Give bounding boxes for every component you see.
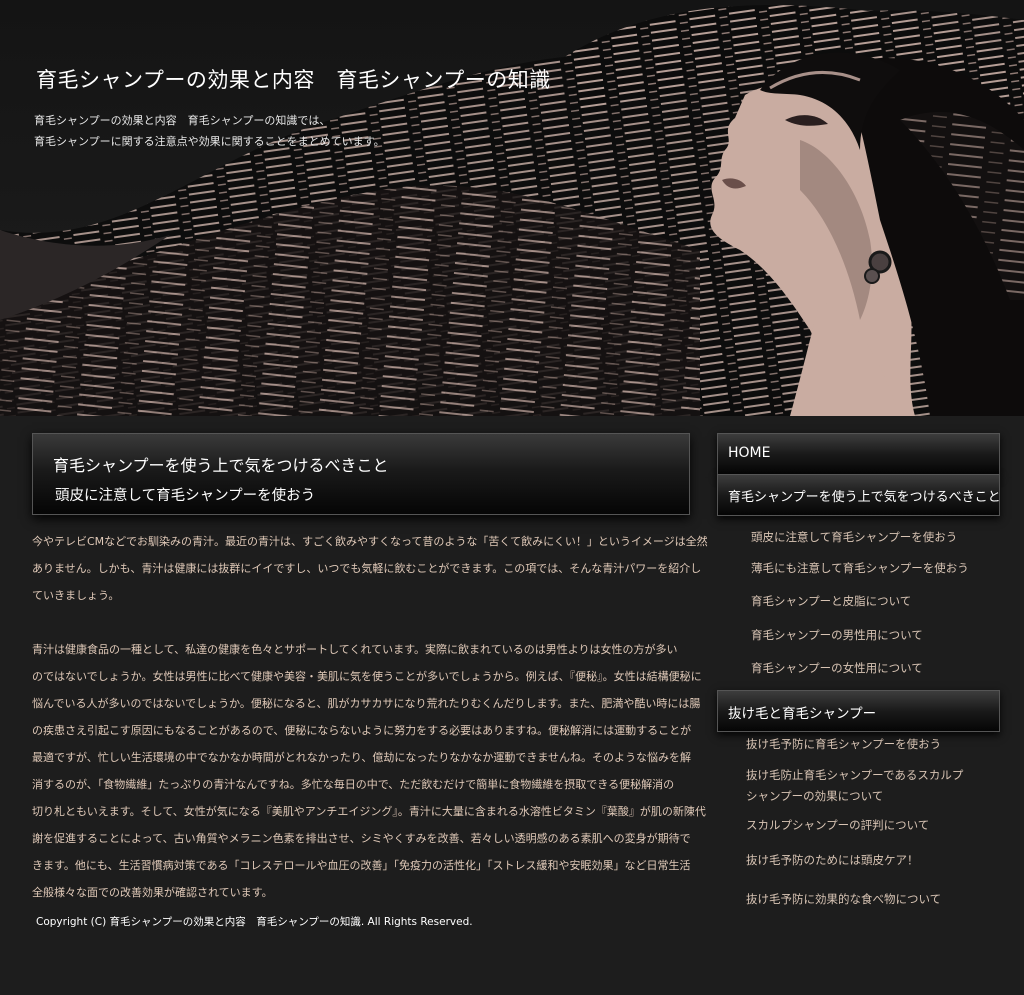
paragraph-line: 消するのが、「食物繊維」たっぷりの青汁なんですね。多忙な毎日の中で、ただ飲むだけ… — [32, 778, 675, 791]
sidebar-link-foods[interactable]: 抜け毛予防に効果的な食べ物について — [746, 889, 941, 910]
paragraph-line: 切り札ともいえます。そして、女性が気になる『美肌やアンチエイジング』。青汁に大量… — [32, 805, 706, 818]
article-heading: 育毛シャンプーを使う上で気をつけるべきこと — [53, 456, 389, 475]
sidebar-link-prevention[interactable]: 抜け毛予防に育毛シャンプーを使おう — [746, 734, 941, 755]
site-description-line: 育毛シャンプーの効果と内容 育毛シャンプーの知識では、 — [34, 114, 331, 127]
paragraph-line: ていきましょう。 — [32, 589, 120, 602]
sidebar-link-line: シャンプーの効果について — [746, 789, 884, 803]
sidebar-link-men[interactable]: 育毛シャンプーの男性用について — [751, 625, 923, 646]
paragraph-line: 青汁は健康食品の一種として、私達の健康を色々とサポートしてくれています。実際に飲… — [32, 643, 678, 656]
site-description-line: 育毛シャンプーに関する注意点や効果に関することをまとめています。 — [34, 135, 385, 148]
copyright-text: Copyright (C) 育毛シャンプーの効果と内容 育毛シャンプーの知識. … — [36, 916, 473, 928]
article-body: 今やテレビCMなどでお馴染みの青汁。最近の青汁は、すごく飲みやすくなって昔のよう… — [32, 528, 708, 933]
header-banner: 育毛シャンプーの効果と内容 育毛シャンプーの知識 育毛シャンプーの効果と内容 育… — [0, 0, 1024, 416]
sidebar-link-scalp-shampoo[interactable]: 抜け毛防止育毛シャンプーであるスカルプ シャンプーの効果について — [746, 765, 963, 807]
sidebar-link-line: 抜け毛防止育毛シャンプーであるスカルプ — [746, 768, 964, 782]
article-heading-box: 育毛シャンプーを使う上で気をつけるべきこと 頭皮に注意して育毛シャンプーを使おう — [32, 433, 690, 515]
paragraph-line: 全般様々な面での改善効果が確認されています。 — [32, 886, 273, 899]
paragraph-line: のではないでしょうか。女性は男性に比べて健康や美容・美肌に気を使うことが多いでし… — [32, 670, 702, 683]
paragraph-line: 今やテレビCMなどでお馴染みの青汁。最近の青汁は、すごく飲みやすくなって昔のよう… — [32, 535, 708, 548]
sidebar-link-women[interactable]: 育毛シャンプーの女性用について — [751, 658, 923, 679]
site-description: 育毛シャンプーの効果と内容 育毛シャンプーの知識では、 育毛シャンプーに関する注… — [34, 110, 385, 152]
paragraph-line: の疾患さえ引起こす原因にもなることがあるので、便秘にならないように努力をする必要… — [32, 724, 692, 737]
article-subheading: 頭皮に注意して育毛シャンプーを使おう — [55, 488, 316, 504]
sidebar-link-scalp[interactable]: 頭皮に注意して育毛シャンプーを使おう — [751, 527, 957, 548]
sidebar-category-shampoo-cautions[interactable]: 育毛シャンプーを使う上で気をつけるべきこと — [717, 474, 1001, 516]
paragraph-line: 悩んでいる人が多いのではないでしょうか。便秘になると、肌がカサカサになり荒れたり… — [32, 697, 701, 710]
paragraph: 今やテレビCMなどでお馴染みの青汁。最近の青汁は、すごく飲みやすくなって昔のよう… — [32, 528, 708, 609]
paragraph: 青汁は健康食品の一種として、私達の健康を色々とサポートしてくれています。実際に飲… — [32, 636, 706, 906]
site-title[interactable]: 育毛シャンプーの効果と内容 育毛シャンプーの知識 — [36, 64, 551, 94]
sidebar-link-thinning[interactable]: 薄毛にも注意して育毛シャンプーを使おう — [751, 558, 969, 579]
header-hair-illustration — [0, 5, 1024, 416]
sidebar-category-hair-loss[interactable]: 抜け毛と育毛シャンプー — [717, 690, 1000, 732]
paragraph-line: きます。他にも、生活習慣病対策である「コレステロールや血圧の改善」「免疫力の活性… — [32, 859, 691, 872]
sidebar-home-link[interactable]: HOME — [717, 433, 1000, 475]
paragraph-line: 謝を促進することによって、古い角質やメラニン色素を排出させ、シミやくすみを改善、… — [32, 832, 691, 845]
sidebar-link-reviews[interactable]: スカルプシャンプーの評判について — [746, 815, 929, 836]
sidebar-link-scalp-care[interactable]: 抜け毛予防のためには頭皮ケア！ — [746, 850, 919, 871]
paragraph-line: ありません。しかも、青汁は健康には抜群にイイですし、いつでも気軽に飲むことができ… — [32, 562, 702, 575]
paragraph-line: 最適ですが、忙しい生活環境の中でなかなか時間がとれなかったり、億劫になったりなか… — [32, 751, 692, 764]
sidebar-link-sebum[interactable]: 育毛シャンプーと皮脂について — [751, 591, 911, 612]
